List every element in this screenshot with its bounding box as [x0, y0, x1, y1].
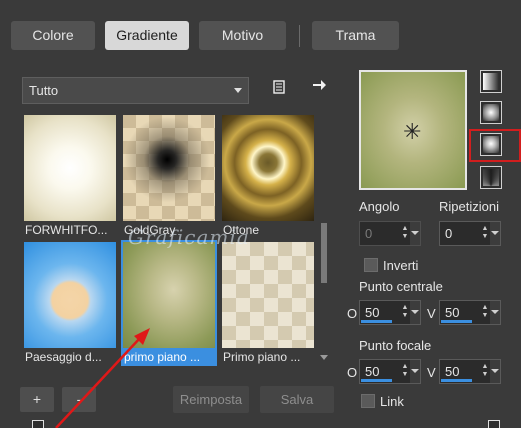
annotation-arrow: [55, 328, 150, 428]
